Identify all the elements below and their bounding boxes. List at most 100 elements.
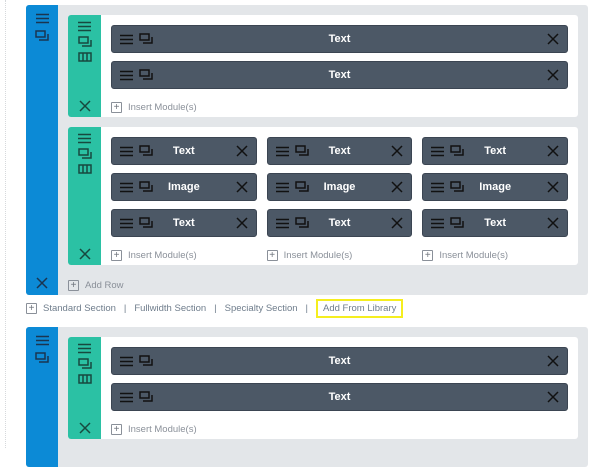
- delete-icon[interactable]: [236, 145, 248, 157]
- delete-icon[interactable]: [78, 248, 91, 260]
- module-label: Text: [328, 33, 351, 45]
- insert-module-label: Insert Module(s): [283, 249, 353, 261]
- insert-module-label: Insert Module(s): [128, 249, 197, 261]
- delete-icon[interactable]: [391, 181, 403, 193]
- delete-icon[interactable]: [547, 181, 559, 193]
- column: Text Text + Insert Module(s): [111, 347, 568, 439]
- duplicate-icon[interactable]: [294, 181, 309, 193]
- move-icon[interactable]: [431, 218, 445, 229]
- move-icon[interactable]: [431, 182, 445, 193]
- column: Text Text + Insert Module(s): [111, 25, 568, 117]
- module[interactable]: Image: [111, 173, 257, 201]
- column: Text Image Text + Insert Module(s): [111, 137, 257, 265]
- row-handle[interactable]: [68, 15, 101, 117]
- plus-icon: +: [68, 279, 79, 291]
- columns-icon[interactable]: [77, 374, 92, 384]
- move-icon[interactable]: [120, 392, 133, 403]
- duplicate-icon[interactable]: [35, 30, 49, 42]
- duplicate-icon[interactable]: [35, 352, 49, 364]
- insert-module-button[interactable]: + Insert Module(s): [111, 97, 568, 117]
- move-icon[interactable]: [35, 13, 49, 24]
- duplicate-icon[interactable]: [77, 148, 92, 160]
- move-icon[interactable]: [120, 182, 133, 193]
- insert-module-button[interactable]: + Insert Module(s): [266, 245, 413, 265]
- columns-icon[interactable]: [77, 52, 92, 62]
- columns-icon[interactable]: [77, 164, 92, 174]
- add-row-label: Add Row: [85, 279, 124, 291]
- insert-module-button[interactable]: + Insert Module(s): [111, 419, 568, 439]
- duplicate-icon[interactable]: [450, 181, 465, 193]
- module[interactable]: Text: [266, 209, 413, 237]
- module[interactable]: Text: [111, 209, 257, 237]
- module[interactable]: Text: [111, 25, 568, 53]
- module-label: Text: [328, 355, 351, 367]
- module[interactable]: Text: [111, 383, 568, 411]
- duplicate-icon[interactable]: [139, 181, 153, 193]
- section: Text Text + Insert Module(s): [26, 327, 588, 467]
- row-handle[interactable]: [68, 127, 101, 265]
- delete-icon[interactable]: [78, 100, 91, 112]
- duplicate-icon[interactable]: [77, 358, 92, 370]
- plus-icon: +: [266, 249, 278, 261]
- module[interactable]: Text: [111, 61, 568, 89]
- duplicate-icon[interactable]: [139, 355, 153, 367]
- delete-icon[interactable]: [391, 217, 403, 229]
- row-body: Text Text + Insert Module(s): [101, 15, 578, 117]
- delete-icon[interactable]: [547, 391, 559, 403]
- module[interactable]: Text: [111, 347, 568, 375]
- move-icon[interactable]: [431, 146, 445, 157]
- delete-icon[interactable]: [236, 217, 248, 229]
- delete-icon[interactable]: [391, 145, 403, 157]
- module[interactable]: Text: [422, 137, 569, 165]
- move-icon[interactable]: [120, 34, 133, 45]
- duplicate-icon[interactable]: [77, 36, 92, 48]
- move-icon[interactable]: [275, 146, 289, 157]
- duplicate-icon[interactable]: [450, 217, 465, 229]
- standard-section-link[interactable]: Standard Section: [43, 303, 116, 314]
- duplicate-icon[interactable]: [139, 145, 153, 157]
- duplicate-icon[interactable]: [139, 33, 153, 45]
- section-handle[interactable]: [26, 327, 58, 467]
- row-handle[interactable]: [68, 337, 101, 439]
- page-guide: [5, 0, 6, 448]
- add-from-library-link[interactable]: Add From Library: [315, 298, 404, 318]
- module[interactable]: Text: [266, 137, 413, 165]
- duplicate-icon[interactable]: [139, 217, 153, 229]
- move-icon[interactable]: [35, 335, 49, 346]
- duplicate-icon[interactable]: [139, 69, 153, 81]
- add-section-links: + Standard Section | Fullwidth Section |…: [26, 298, 404, 318]
- module[interactable]: Image: [422, 173, 569, 201]
- duplicate-icon[interactable]: [450, 145, 465, 157]
- move-icon[interactable]: [78, 133, 91, 144]
- move-icon[interactable]: [78, 21, 91, 32]
- add-row-button[interactable]: + Add Row: [68, 275, 578, 299]
- delete-icon[interactable]: [547, 217, 559, 229]
- duplicate-icon[interactable]: [294, 145, 309, 157]
- move-icon[interactable]: [120, 218, 133, 229]
- duplicate-icon[interactable]: [294, 217, 309, 229]
- fullwidth-section-link[interactable]: Fullwidth Section: [134, 303, 206, 314]
- module[interactable]: Text: [111, 137, 257, 165]
- module-label: Text: [328, 391, 351, 403]
- move-icon[interactable]: [120, 146, 133, 157]
- insert-module-button[interactable]: + Insert Module(s): [111, 245, 257, 265]
- specialty-section-link[interactable]: Specialty Section: [225, 303, 298, 314]
- delete-icon[interactable]: [547, 145, 559, 157]
- move-icon[interactable]: [120, 70, 133, 81]
- section-handle[interactable]: [26, 5, 58, 295]
- insert-module-button[interactable]: + Insert Module(s): [422, 245, 568, 265]
- delete-icon[interactable]: [547, 33, 559, 45]
- row: Text Image Text + Insert Module(s) Text Image T…: [68, 127, 578, 265]
- delete-icon[interactable]: [78, 422, 91, 434]
- module[interactable]: Image: [266, 173, 413, 201]
- move-icon[interactable]: [275, 218, 289, 229]
- move-icon[interactable]: [78, 343, 91, 354]
- delete-icon[interactable]: [547, 69, 559, 81]
- duplicate-icon[interactable]: [139, 391, 153, 403]
- move-icon[interactable]: [120, 356, 133, 367]
- delete-icon[interactable]: [36, 277, 48, 289]
- delete-icon[interactable]: [547, 355, 559, 367]
- delete-icon[interactable]: [236, 181, 248, 193]
- module[interactable]: Text: [422, 209, 569, 237]
- move-icon[interactable]: [275, 182, 289, 193]
